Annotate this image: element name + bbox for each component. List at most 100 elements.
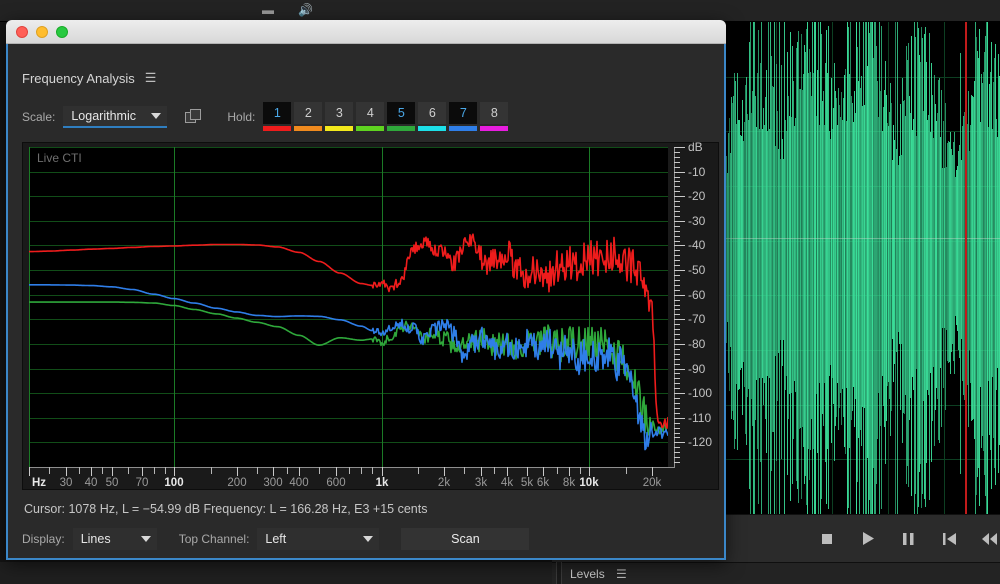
y-axis-label: -60 [688, 288, 705, 302]
y-axis-minor-tick [674, 290, 680, 291]
hold-button-8[interactable]: 8 [480, 102, 508, 131]
x-axis-minor-tick [464, 467, 465, 474]
y-axis-label: -20 [688, 189, 705, 203]
x-axis-label: 40 [85, 477, 98, 489]
x-axis: Hz304050701002003004006001k2k3k4k5k6k8k1… [29, 467, 720, 491]
scale-dropdown[interactable]: Logarithmic [63, 106, 167, 128]
minimize-icon[interactable] [36, 26, 48, 38]
host-topbar: ▬ 🔊 [0, 0, 1000, 22]
y-axis-minor-tick [674, 285, 680, 286]
x-axis-label: 70 [136, 477, 149, 489]
y-axis-minor-tick [674, 157, 680, 158]
hold-color-swatch [480, 126, 508, 131]
x-axis-minor-tick [349, 467, 350, 474]
y-axis-tick [674, 295, 685, 296]
x-axis-label: 4k [501, 477, 513, 489]
y-axis-minor-tick [674, 452, 680, 453]
hold-button-4[interactable]: 4 [356, 102, 384, 131]
x-axis-label: Hz [32, 477, 46, 489]
x-axis-label: 400 [289, 477, 308, 489]
y-axis-minor-tick [674, 167, 680, 168]
x-axis-label: 600 [326, 477, 345, 489]
playhead[interactable] [965, 22, 967, 514]
x-axis-tick [527, 467, 528, 476]
zoom-icon[interactable] [56, 26, 68, 38]
pause-button[interactable] [898, 528, 919, 550]
y-axis-minor-tick [674, 309, 680, 310]
x-axis-label: 2k [438, 477, 450, 489]
hold-button-3[interactable]: 3 [325, 102, 353, 131]
levels-panel-handle[interactable] [556, 562, 562, 584]
hold-color-swatch [294, 126, 322, 131]
y-axis-tick [674, 344, 685, 345]
hold-color-swatch [356, 126, 384, 131]
x-axis-label: 200 [227, 477, 246, 489]
copy-to-clipboard-icon[interactable] [185, 109, 203, 125]
skip-to-start-button[interactable] [939, 528, 960, 550]
hold-button-label: 5 [387, 102, 415, 124]
y-axis-tick [674, 418, 685, 419]
hamburger-menu-icon[interactable]: ☰ [145, 70, 157, 86]
display-dropdown[interactable]: Lines [73, 528, 157, 550]
hold-button-6[interactable]: 6 [418, 102, 446, 131]
frequency-chart[interactable]: Live CTI dB-10-20-30-40-50-60-70-80-90-1… [22, 142, 719, 490]
hold-color-swatch [263, 126, 291, 131]
y-axis-minor-tick [674, 354, 680, 355]
hold-button-1[interactable]: 1 [263, 102, 291, 131]
scale-dropdown-value: Logarithmic [71, 109, 136, 123]
stop-button[interactable] [817, 528, 838, 550]
chart-plot-area[interactable]: Live CTI [29, 147, 668, 467]
volume-icon[interactable]: 🔊 [298, 3, 313, 17]
y-axis-minor-tick [674, 373, 680, 374]
x-axis-label: 300 [263, 477, 282, 489]
y-axis-label: -120 [688, 435, 712, 449]
hold-button-2[interactable]: 2 [294, 102, 322, 131]
hamburger-menu-icon[interactable]: ☰ [616, 567, 627, 581]
x-axis-tick [569, 467, 570, 476]
y-axis-tick [674, 196, 685, 197]
scan-button[interactable]: Scan [401, 528, 529, 550]
x-axis-label: 6k [537, 477, 549, 489]
y-axis-minor-tick [674, 231, 680, 232]
hold-button-7[interactable]: 7 [449, 102, 477, 131]
panel-header: Frequency Analysis ☰ [22, 70, 156, 86]
x-axis-minor-tick [128, 467, 129, 474]
hold-color-swatch [418, 126, 446, 131]
page-title: Frequency Analysis [22, 71, 135, 86]
rewind-button[interactable] [979, 528, 1000, 550]
top-channel-dropdown[interactable]: Left [257, 528, 379, 550]
x-axis-tick [273, 467, 274, 476]
window-titlebar[interactable] [6, 20, 726, 44]
x-axis-minor-tick [361, 467, 362, 474]
chevron-down-icon [141, 536, 151, 542]
status-readout: Cursor: 1078 Hz, L = −54.99 dB Frequency… [24, 502, 428, 516]
x-axis-minor-tick [154, 467, 155, 474]
hold-color-swatch [387, 126, 415, 131]
spectrum-curve [29, 285, 668, 450]
top-channel-label: Top Channel: [179, 532, 250, 546]
y-axis-label: -90 [688, 362, 705, 376]
y-axis-minor-tick [674, 250, 680, 251]
hold-color-swatch [325, 126, 353, 131]
x-axis-tick [237, 467, 238, 476]
close-icon[interactable] [16, 26, 28, 38]
hold-button-label: 4 [356, 102, 384, 124]
x-axis-label: 10k [579, 477, 598, 489]
hold-button-5[interactable]: 5 [387, 102, 415, 131]
x-axis-minor-tick [418, 467, 419, 474]
x-axis-minor-tick [257, 467, 258, 474]
y-axis-rail [674, 147, 675, 467]
x-axis-label: 3k [475, 477, 487, 489]
chevron-down-icon [151, 113, 161, 119]
y-axis-tick [674, 442, 685, 443]
y-axis-label: dB [688, 140, 703, 154]
frequency-analysis-body: Frequency Analysis ☰ Scale: Logarithmic … [6, 44, 726, 560]
y-axis-minor-tick [674, 359, 680, 360]
y-axis: dB-10-20-30-40-50-60-70-80-90-100-110-12… [674, 143, 720, 491]
y-axis-tick [674, 172, 685, 173]
slider-icon[interactable]: ▬ [262, 3, 274, 17]
x-axis-minor-tick [49, 467, 50, 474]
play-button[interactable] [858, 528, 879, 550]
spectrum-curves [29, 147, 668, 467]
top-channel-dropdown-value: Left [265, 532, 286, 546]
